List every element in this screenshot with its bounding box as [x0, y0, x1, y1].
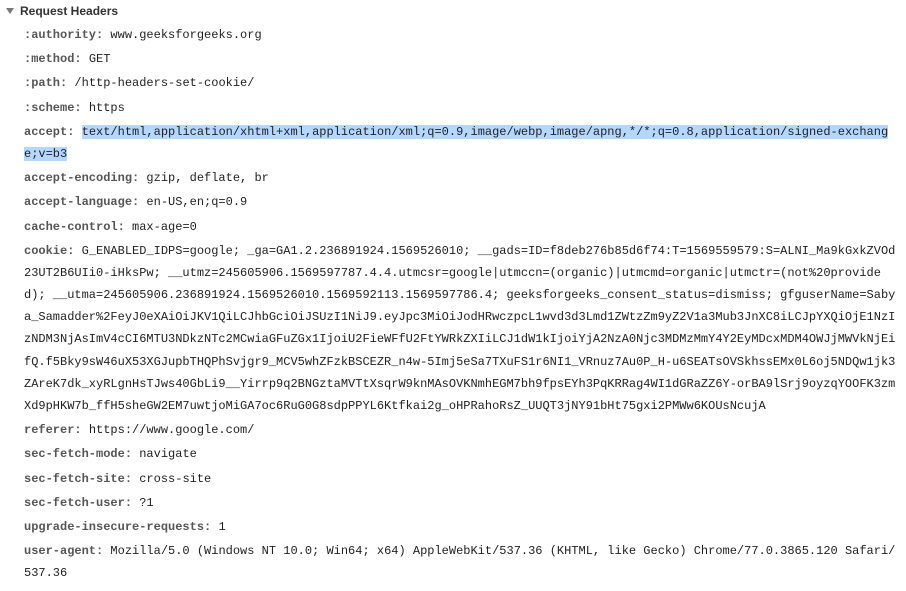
- headers-list: :authority: www.geeksforgeeks.org:method…: [6, 24, 900, 585]
- header-value: max-age=0: [132, 220, 197, 234]
- header-row[interactable]: user-agent: Mozilla/5.0 (Windows NT 10.0…: [6, 540, 900, 584]
- header-name: cookie:: [24, 244, 74, 258]
- header-value: navigate: [139, 447, 197, 461]
- header-value: gzip, deflate, br: [146, 171, 268, 185]
- header-name: :authority:: [24, 28, 103, 42]
- header-name: sec-fetch-user:: [24, 496, 132, 510]
- header-row[interactable]: :scheme: https: [6, 97, 900, 119]
- header-name: :path:: [24, 76, 67, 90]
- header-row[interactable]: accept: text/html,application/xhtml+xml,…: [6, 121, 900, 165]
- header-row[interactable]: cache-control: max-age=0: [6, 216, 900, 238]
- header-value: Mozilla/5.0 (Windows NT 10.0; Win64; x64…: [24, 544, 895, 580]
- header-name: upgrade-insecure-requests:: [24, 520, 211, 534]
- header-row[interactable]: upgrade-insecure-requests: 1: [6, 516, 900, 538]
- header-row[interactable]: :method: GET: [6, 48, 900, 70]
- header-name: :scheme:: [24, 101, 82, 115]
- header-value: cross-site: [139, 472, 211, 486]
- header-row[interactable]: cookie: G_ENABLED_IDPS=google; _ga=GA1.2…: [6, 240, 900, 418]
- header-row[interactable]: referer: https://www.google.com/: [6, 419, 900, 441]
- header-name: accept-language:: [24, 195, 139, 209]
- header-row[interactable]: :authority: www.geeksforgeeks.org: [6, 24, 900, 46]
- header-value: https: [89, 101, 125, 115]
- header-name: sec-fetch-mode:: [24, 447, 132, 461]
- header-name: accept:: [24, 125, 74, 139]
- header-row[interactable]: sec-fetch-site: cross-site: [6, 468, 900, 490]
- header-row[interactable]: sec-fetch-user: ?1: [6, 492, 900, 514]
- header-value: G_ENABLED_IDPS=google; _ga=GA1.2.2368919…: [24, 244, 895, 413]
- header-value: https://www.google.com/: [89, 423, 255, 437]
- header-value: text/html,application/xhtml+xml,applicat…: [24, 125, 888, 161]
- header-row[interactable]: sec-fetch-mode: navigate: [6, 443, 900, 465]
- header-row[interactable]: accept-encoding: gzip, deflate, br: [6, 167, 900, 189]
- request-headers-section-header[interactable]: Request Headers: [6, 4, 900, 18]
- header-value: www.geeksforgeeks.org: [110, 28, 261, 42]
- section-title: Request Headers: [20, 4, 118, 18]
- header-name: referer:: [24, 423, 82, 437]
- header-name: sec-fetch-site:: [24, 472, 132, 486]
- header-row[interactable]: :path: /http-headers-set-cookie/: [6, 72, 900, 94]
- header-name: user-agent:: [24, 544, 103, 558]
- header-name: :method:: [24, 52, 82, 66]
- header-row[interactable]: accept-language: en-US,en;q=0.9: [6, 191, 900, 213]
- collapse-triangle-icon: [6, 8, 14, 14]
- header-value: ?1: [139, 496, 153, 510]
- header-value: GET: [89, 52, 111, 66]
- header-value: 1: [218, 520, 225, 534]
- header-name: cache-control:: [24, 220, 125, 234]
- header-value: /http-headers-set-cookie/: [74, 76, 254, 90]
- header-name: accept-encoding:: [24, 171, 139, 185]
- header-value: en-US,en;q=0.9: [146, 195, 247, 209]
